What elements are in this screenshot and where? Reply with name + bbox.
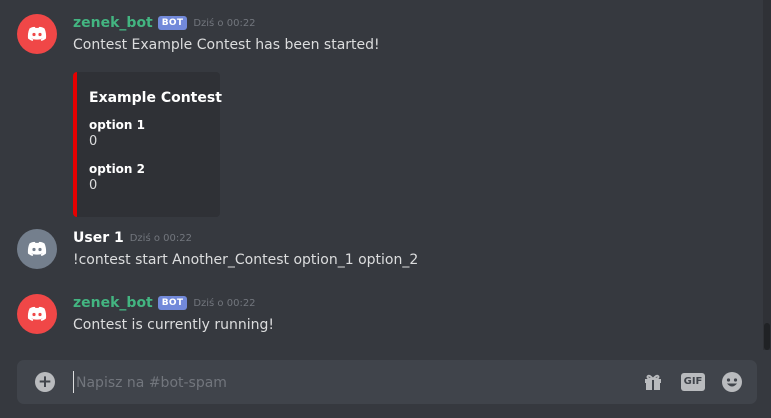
username[interactable]: zenek_bot (73, 14, 153, 32)
embed-field: option 2 0 (89, 161, 208, 195)
bot-badge: BOT (157, 296, 188, 310)
emoji-button[interactable] (721, 371, 743, 393)
field-name: option 1 (89, 118, 145, 132)
embed-field: option 1 0 (89, 117, 208, 151)
plus-circle-icon[interactable]: + (35, 372, 55, 392)
bot-avatar[interactable] (17, 294, 57, 334)
field-value: 0 (89, 134, 98, 149)
message-header: zenek_bot BOT Dziś o 00:22 (73, 294, 256, 312)
message-text: Contest is currently running! (73, 317, 274, 333)
username[interactable]: zenek_bot (73, 294, 153, 312)
bot-badge: BOT (157, 16, 188, 30)
message-input[interactable] (74, 371, 618, 395)
username[interactable]: User 1 (73, 229, 124, 247)
scrollbar-thumb[interactable] (764, 323, 770, 350)
discord-logo-icon (27, 306, 47, 321)
message-composer: + GIF (17, 360, 757, 404)
gif-button[interactable]: GIF (679, 371, 707, 393)
gift-icon (645, 374, 661, 390)
discord-logo-icon (27, 26, 47, 41)
timestamp: Dziś o 00:22 (193, 297, 256, 309)
field-name: option 2 (89, 162, 145, 176)
bot-avatar[interactable] (17, 14, 57, 54)
message-text: !contest start Another_Contest option_1 … (73, 252, 419, 268)
message-header: zenek_bot BOT Dziś o 00:22 (73, 14, 256, 32)
embed-title: Example Contest (89, 90, 222, 106)
timestamp: Dziś o 00:22 (129, 232, 192, 244)
timestamp: Dziś o 00:22 (193, 17, 256, 29)
contest-embed: Example Contest option 1 0 option 2 0 (73, 72, 222, 217)
gif-icon: GIF (680, 373, 706, 391)
emoji-icon (722, 372, 742, 392)
message-header: User 1 Dziś o 00:22 (73, 229, 192, 247)
scrollbar-track[interactable] (763, 0, 771, 350)
discord-logo-icon (27, 241, 47, 256)
gift-button[interactable] (642, 371, 664, 393)
field-value: 0 (89, 178, 98, 193)
message-text: Contest Example Contest has been started… (73, 37, 380, 53)
user-avatar[interactable] (17, 229, 57, 269)
